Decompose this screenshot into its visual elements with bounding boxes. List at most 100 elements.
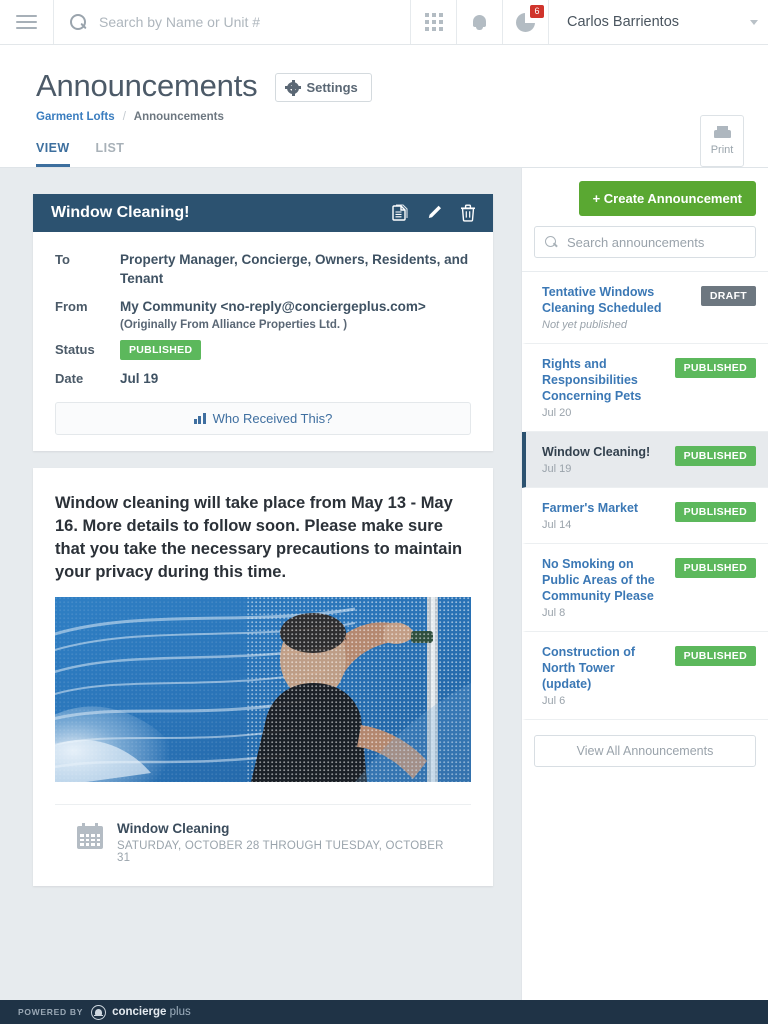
announcement-title: Window Cleaning!	[51, 204, 190, 221]
print-button[interactable]: Print	[700, 115, 744, 167]
settings-button[interactable]: Settings	[275, 73, 372, 102]
list-item-date: Jul 14	[542, 519, 572, 531]
copy-icon[interactable]	[392, 204, 409, 222]
list-item-date: Jul 19	[542, 463, 572, 475]
who-received-this-label: Who Received This?	[212, 411, 333, 426]
list-item-status: PUBLISHED	[674, 646, 756, 666]
global-search-input[interactable]	[99, 14, 410, 30]
page-title: Announcements	[36, 68, 258, 103]
list-item-date: Jul 20	[542, 407, 572, 419]
meta-label-status: Status	[55, 342, 95, 357]
activity-button[interactable]: 6	[502, 0, 548, 44]
bell-icon	[472, 14, 487, 30]
global-search[interactable]	[53, 0, 410, 44]
announcement-content-card: Window cleaning will take place from May…	[33, 468, 493, 886]
list-item[interactable]: Farmer's Market Jul 14 PUBLISHED	[522, 488, 768, 544]
breadcrumb-separator: /	[122, 111, 126, 123]
create-announcement-button[interactable]: + Create Announcement	[578, 181, 756, 216]
event-date-range: SATURDAY, OCTOBER 28 THROUGH TUESDAY, OC…	[117, 840, 444, 864]
print-button-label: Print	[710, 144, 734, 156]
page-tabs: VIEW LIST	[0, 123, 768, 167]
search-icon	[545, 235, 558, 249]
user-name-label: Carlos Barrientos	[567, 14, 680, 30]
brand-name-suffix: plus	[166, 1006, 191, 1018]
event-title: Window Cleaning	[117, 821, 230, 836]
page-footer: POWERED BY concierge plus	[0, 1000, 768, 1024]
breadcrumb-current: Announcements	[133, 111, 224, 123]
tab-view[interactable]: VIEW	[36, 141, 70, 167]
meta-row-date: Date Jul 19	[33, 369, 493, 388]
tab-list[interactable]: LIST	[96, 141, 125, 167]
who-received-this-button[interactable]: Who Received This?	[55, 402, 471, 435]
meta-row-status: Status PUBLISHED	[33, 340, 493, 360]
meta-label-date: Date	[55, 371, 84, 386]
list-item-status: DRAFT	[700, 286, 756, 306]
meta-value-to: Property Manager, Concierge, Owners, Res…	[120, 252, 469, 286]
edit-pencil-icon[interactable]	[426, 204, 443, 222]
list-item[interactable]: Tentative Windows Cleaning Scheduled Not…	[522, 272, 768, 344]
powered-by-label: POWERED BY	[18, 1007, 84, 1017]
announcement-card-header: Window Cleaning!	[33, 194, 493, 232]
list-item[interactable]: Construction of North Tower (update) Jul…	[522, 632, 768, 720]
user-menu[interactable]: Carlos Barrientos	[548, 0, 768, 44]
announcement-meta-card: Window Cleaning! To Property Manager, Co…	[33, 194, 493, 451]
list-item-status: PUBLISHED	[674, 558, 756, 578]
window-cleaning-photo	[55, 597, 471, 782]
view-all-announcements-button[interactable]: View All Announcements	[534, 735, 756, 767]
printer-icon	[713, 126, 731, 141]
list-item[interactable]: No Smoking on Public Areas of the Commun…	[522, 544, 768, 632]
settings-button-label: Settings	[306, 80, 358, 95]
page-header: Announcements Settings Garment Lofts / A…	[0, 45, 768, 167]
announcement-meta-list: To Property Manager, Concierge, Owners, …	[33, 232, 493, 451]
meta-value-from: My Community <no-reply@conciergeplus.com…	[120, 299, 426, 314]
list-item-date: Jul 8	[542, 607, 566, 619]
announcements-sidebar: + Create Announcement Tentative Windows …	[521, 168, 768, 1000]
announcement-body-text: Window cleaning will take place from May…	[55, 494, 463, 581]
notifications-button[interactable]	[456, 0, 502, 44]
announcement-search-input[interactable]	[567, 234, 745, 250]
status-badge: PUBLISHED	[120, 340, 202, 360]
search-icon	[70, 13, 87, 31]
list-item-title: Tentative Windows Cleaning Scheduled	[542, 285, 662, 315]
meta-row-to: To Property Manager, Concierge, Owners, …	[33, 250, 493, 288]
list-item-title: Construction of North Tower (update)	[542, 645, 636, 691]
apps-grid-button[interactable]	[410, 0, 456, 44]
list-item-status: PUBLISHED	[674, 358, 756, 378]
breadcrumb-parent-link[interactable]: Garment Lofts	[36, 111, 115, 123]
list-item[interactable]: Rights and Responsibilities Concerning P…	[522, 344, 768, 432]
meta-value-date: Jul 19	[120, 371, 159, 386]
meta-value-from-origin: (Originally From Alliance Properties Ltd…	[120, 319, 348, 331]
brand-name-main: concierge	[112, 1006, 167, 1018]
announcement-search[interactable]	[534, 226, 756, 258]
list-item-title: Farmer's Market	[542, 501, 639, 515]
bar-chart-icon	[193, 413, 206, 424]
list-item[interactable]: Window Cleaning! Jul 19 PUBLISHED	[522, 432, 768, 488]
list-item-date: Jul 6	[542, 695, 566, 707]
list-item-title: Window Cleaning!	[542, 445, 651, 459]
announcement-detail-column: Window Cleaning! To Property Manager, Co…	[0, 168, 521, 1000]
list-item-status: PUBLISHED	[674, 446, 756, 466]
list-item-status: PUBLISHED	[674, 502, 756, 522]
chevron-down-icon	[750, 19, 758, 25]
activity-badge: 6	[530, 5, 544, 18]
list-item-title: No Smoking on Public Areas of the Commun…	[542, 557, 655, 603]
calendar-icon	[77, 823, 103, 849]
app-root: 6 Carlos Barrientos Announcements Settin…	[0, 0, 768, 1024]
top-navigation-bar: 6 Carlos Barrientos	[0, 0, 768, 45]
linked-event[interactable]: Window Cleaning SATURDAY, OCTOBER 28 THR…	[55, 804, 471, 886]
hamburger-menu-icon[interactable]	[0, 0, 53, 44]
list-item-date: Not yet published	[542, 319, 627, 331]
page-body: Window Cleaning! To Property Manager, Co…	[0, 167, 768, 1000]
meta-label-to: To	[55, 252, 70, 267]
breadcrumb: Garment Lofts / Announcements	[0, 105, 768, 123]
announcement-list: Tentative Windows Cleaning Scheduled Not…	[522, 272, 768, 720]
delete-trash-icon[interactable]	[460, 204, 476, 222]
concierge-plus-logo: concierge plus	[91, 1004, 191, 1020]
meta-label-from: From	[55, 299, 88, 314]
meta-row-from: From My Community <no-reply@conciergeplu…	[33, 297, 493, 331]
gear-icon	[285, 79, 302, 96]
list-item-title: Rights and Responsibilities Concerning P…	[542, 357, 642, 403]
concierge-bell-icon	[91, 1004, 107, 1020]
grid-apps-icon	[424, 13, 443, 31]
brand-name: concierge plus	[112, 1006, 191, 1018]
